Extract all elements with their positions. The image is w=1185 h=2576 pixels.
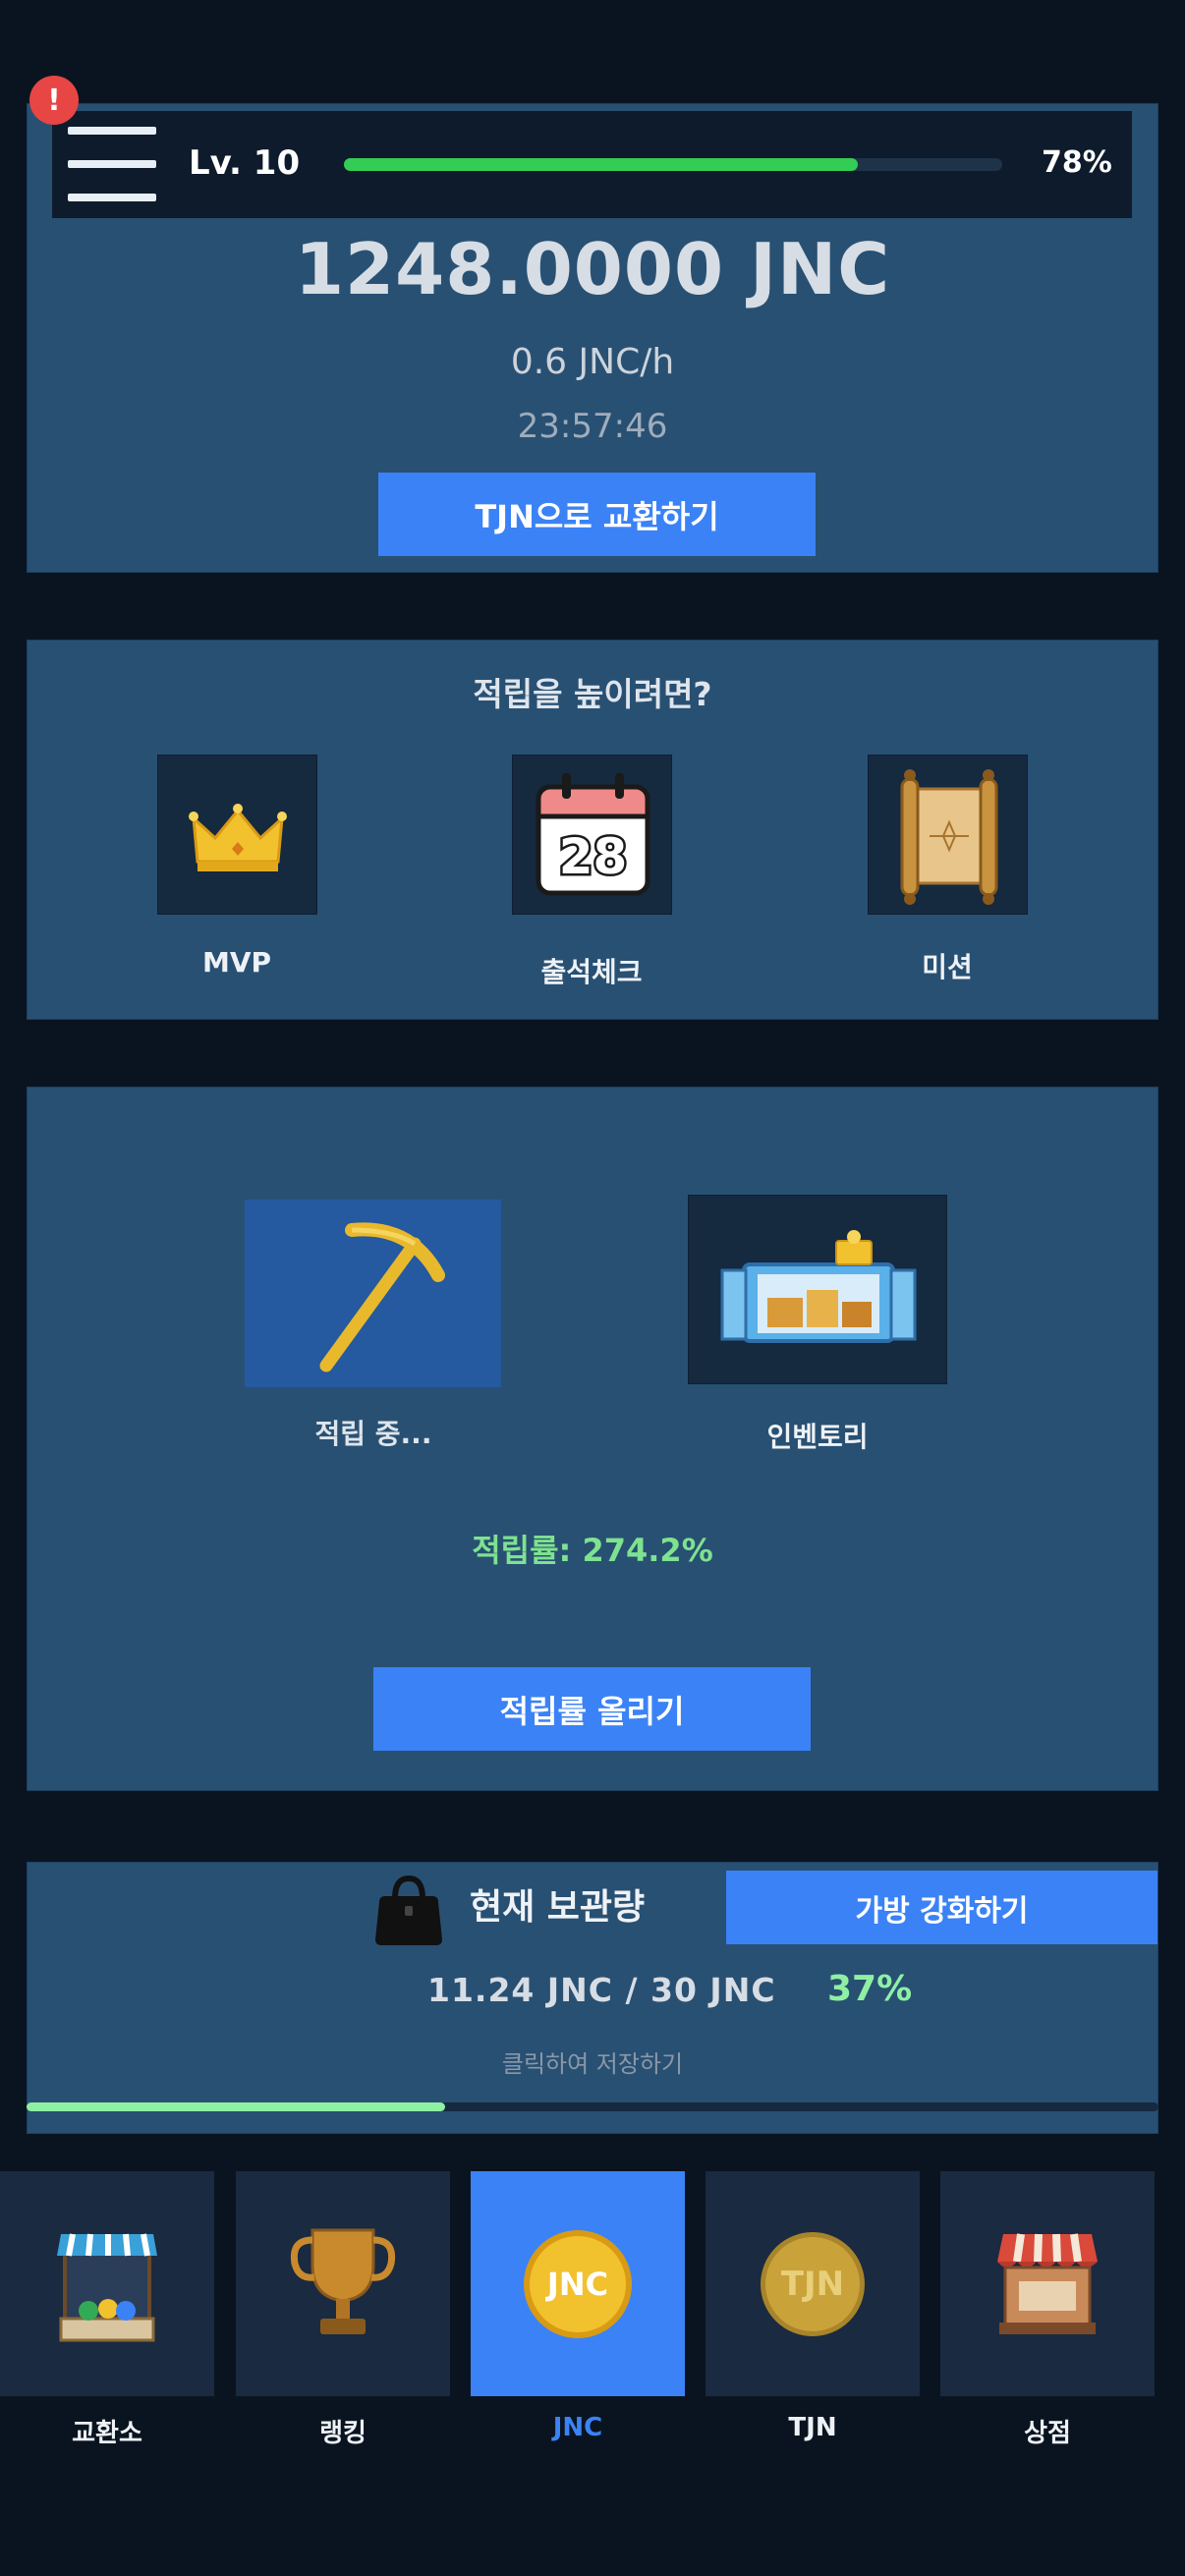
attendance-label: 출석체크 — [540, 956, 643, 988]
mission-label: 미션 — [922, 951, 973, 983]
xp-progress-bar — [344, 158, 1002, 171]
mining-rate-percent: 적립률: 274.2% — [472, 1532, 713, 1569]
trophy-icon — [290, 2228, 396, 2334]
shop-icon — [997, 2233, 1098, 2334]
inventory-button[interactable] — [688, 1195, 947, 1384]
nav-shop[interactable] — [940, 2171, 1155, 2396]
attendance-check-button[interactable]: 28 — [512, 755, 672, 915]
countdown-timer: 23:57:46 — [517, 407, 668, 446]
storage-progress-bar — [27, 2102, 1158, 2111]
nav-tjn[interactable]: TJN — [705, 2171, 920, 2396]
tjn-coin-icon: TJN — [761, 2232, 865, 2336]
market-stall-icon — [57, 2233, 157, 2342]
menu-button[interactable] — [52, 111, 180, 218]
jnc-coin-text: JNC — [546, 2266, 609, 2303]
storage-progress-fill — [27, 2102, 446, 2111]
storage-amount: 11.24 JNC / 30 JNC — [427, 1971, 776, 2009]
upgrade-bag-button[interactable]: 가방 강화하기 — [726, 1871, 1157, 1944]
crown-icon — [189, 804, 287, 871]
level-label: Lv. 10 — [189, 143, 301, 183]
nav-jnc[interactable]: JNC — [471, 2171, 685, 2396]
scroll-icon — [900, 769, 998, 905]
click-to-save-hint: 클릭하여 저장하기 — [501, 2050, 684, 2078]
exchange-to-tjn-button[interactable]: TJN으로 교환하기 — [378, 473, 816, 556]
nav-tjn-label: TJN — [788, 2413, 837, 2442]
jnc-coin-icon: JNC — [524, 2230, 632, 2338]
storage-percent: 37% — [827, 1969, 913, 2009]
alert-badge[interactable]: ! — [29, 76, 79, 125]
mvp-button[interactable] — [157, 755, 317, 915]
xp-percent: 78% — [1042, 145, 1112, 180]
mining-rate-per-hour: 0.6 JNC/h — [510, 342, 675, 382]
nav-jnc-label: JNC — [552, 2413, 603, 2442]
treasure-chest-icon — [720, 1230, 917, 1343]
mining-status-label: 적립 중... — [314, 1418, 432, 1450]
calendar-icon: 28 — [536, 773, 650, 896]
inventory-label: 인벤토리 — [766, 1421, 869, 1453]
xp-progress-fill — [344, 158, 858, 171]
handbag-icon — [375, 1875, 442, 1945]
nav-exchange-label: 교환소 — [72, 2419, 142, 2448]
tjn-coin-text: TJN — [780, 2265, 845, 2304]
pickaxe-icon — [319, 1222, 445, 1372]
boost-title: 적립을 높이려면? — [473, 675, 712, 713]
nav-shop-label: 상점 — [1024, 2419, 1071, 2448]
nav-ranking-label: 랭킹 — [319, 2419, 367, 2448]
calendar-day: 28 — [559, 828, 628, 885]
nav-exchange[interactable] — [0, 2171, 214, 2396]
mvp-label: MVP — [201, 946, 272, 979]
increase-mining-rate-button[interactable]: 적립률 올리기 — [373, 1667, 811, 1751]
mission-button[interactable] — [868, 755, 1028, 915]
storage-title: 현재 보관량 — [470, 1887, 646, 1928]
nav-ranking[interactable] — [236, 2171, 450, 2396]
mining-status-button[interactable] — [245, 1200, 501, 1387]
jnc-balance: 1248.0000 JNC — [294, 228, 891, 310]
